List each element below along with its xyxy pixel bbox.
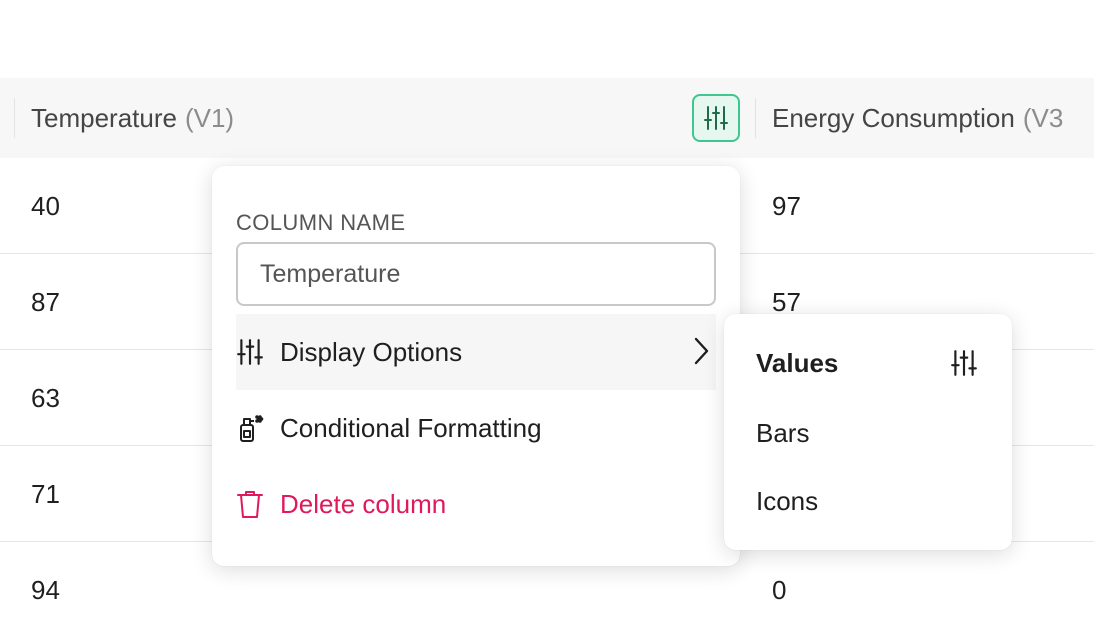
conditional-formatting-label: Conditional Formatting <box>280 412 542 443</box>
header-divider <box>14 98 15 138</box>
column-name-input[interactable] <box>236 242 716 306</box>
spray-bottle-icon <box>236 413 264 443</box>
column-options-menu: COLUMN NAME Display Options <box>212 166 740 566</box>
table-cell-energy[interactable]: 0 <box>772 542 786 624</box>
submenu-item-values[interactable]: Values <box>756 348 838 379</box>
table-cell-energy[interactable]: 97 <box>772 158 801 254</box>
column-settings-button[interactable] <box>692 94 740 142</box>
submenu-item-icons[interactable]: Icons <box>756 486 818 517</box>
table-cell-temperature[interactable]: 40 <box>31 158 60 254</box>
column-header-tag: (V3 <box>1022 102 1064 133</box>
table-header: Temperature (V1) Energy Consumption (V3 <box>0 78 1094 158</box>
column-header-energy-consumption[interactable]: Energy Consumption (V3 <box>772 78 1063 158</box>
trash-icon <box>236 489 264 519</box>
delete-column-menu-item[interactable]: Delete column <box>236 466 716 542</box>
delete-column-label: Delete column <box>280 488 447 519</box>
column-name-label: COLUMN NAME <box>236 210 406 235</box>
submenu-item-bars[interactable]: Bars <box>756 418 809 449</box>
sliders-icon <box>236 337 264 367</box>
display-options-submenu: Values Bars Icons <box>724 314 1012 550</box>
column-header-name: Energy Consumption <box>772 102 1015 133</box>
column-header-tag: (V1) <box>184 102 235 133</box>
table-cell-temperature[interactable]: 71 <box>31 446 60 542</box>
display-options-label: Display Options <box>280 336 463 367</box>
sliders-icon <box>950 348 978 383</box>
app: Temperature (V1) Energy Consumption (V3 … <box>0 0 1094 624</box>
table-cell-temperature[interactable]: 94 <box>31 542 60 624</box>
chevron-right-icon <box>692 336 710 373</box>
conditional-formatting-menu-item[interactable]: Conditional Formatting <box>236 390 716 466</box>
column-header-name: Temperature <box>31 102 177 133</box>
header-divider <box>755 98 756 138</box>
display-options-menu-item[interactable]: Display Options <box>236 314 716 390</box>
sliders-icon <box>704 106 728 130</box>
table-cell-temperature[interactable]: 63 <box>31 350 60 446</box>
column-header-temperature[interactable]: Temperature (V1) <box>31 78 234 158</box>
table-cell-temperature[interactable]: 87 <box>31 254 60 350</box>
